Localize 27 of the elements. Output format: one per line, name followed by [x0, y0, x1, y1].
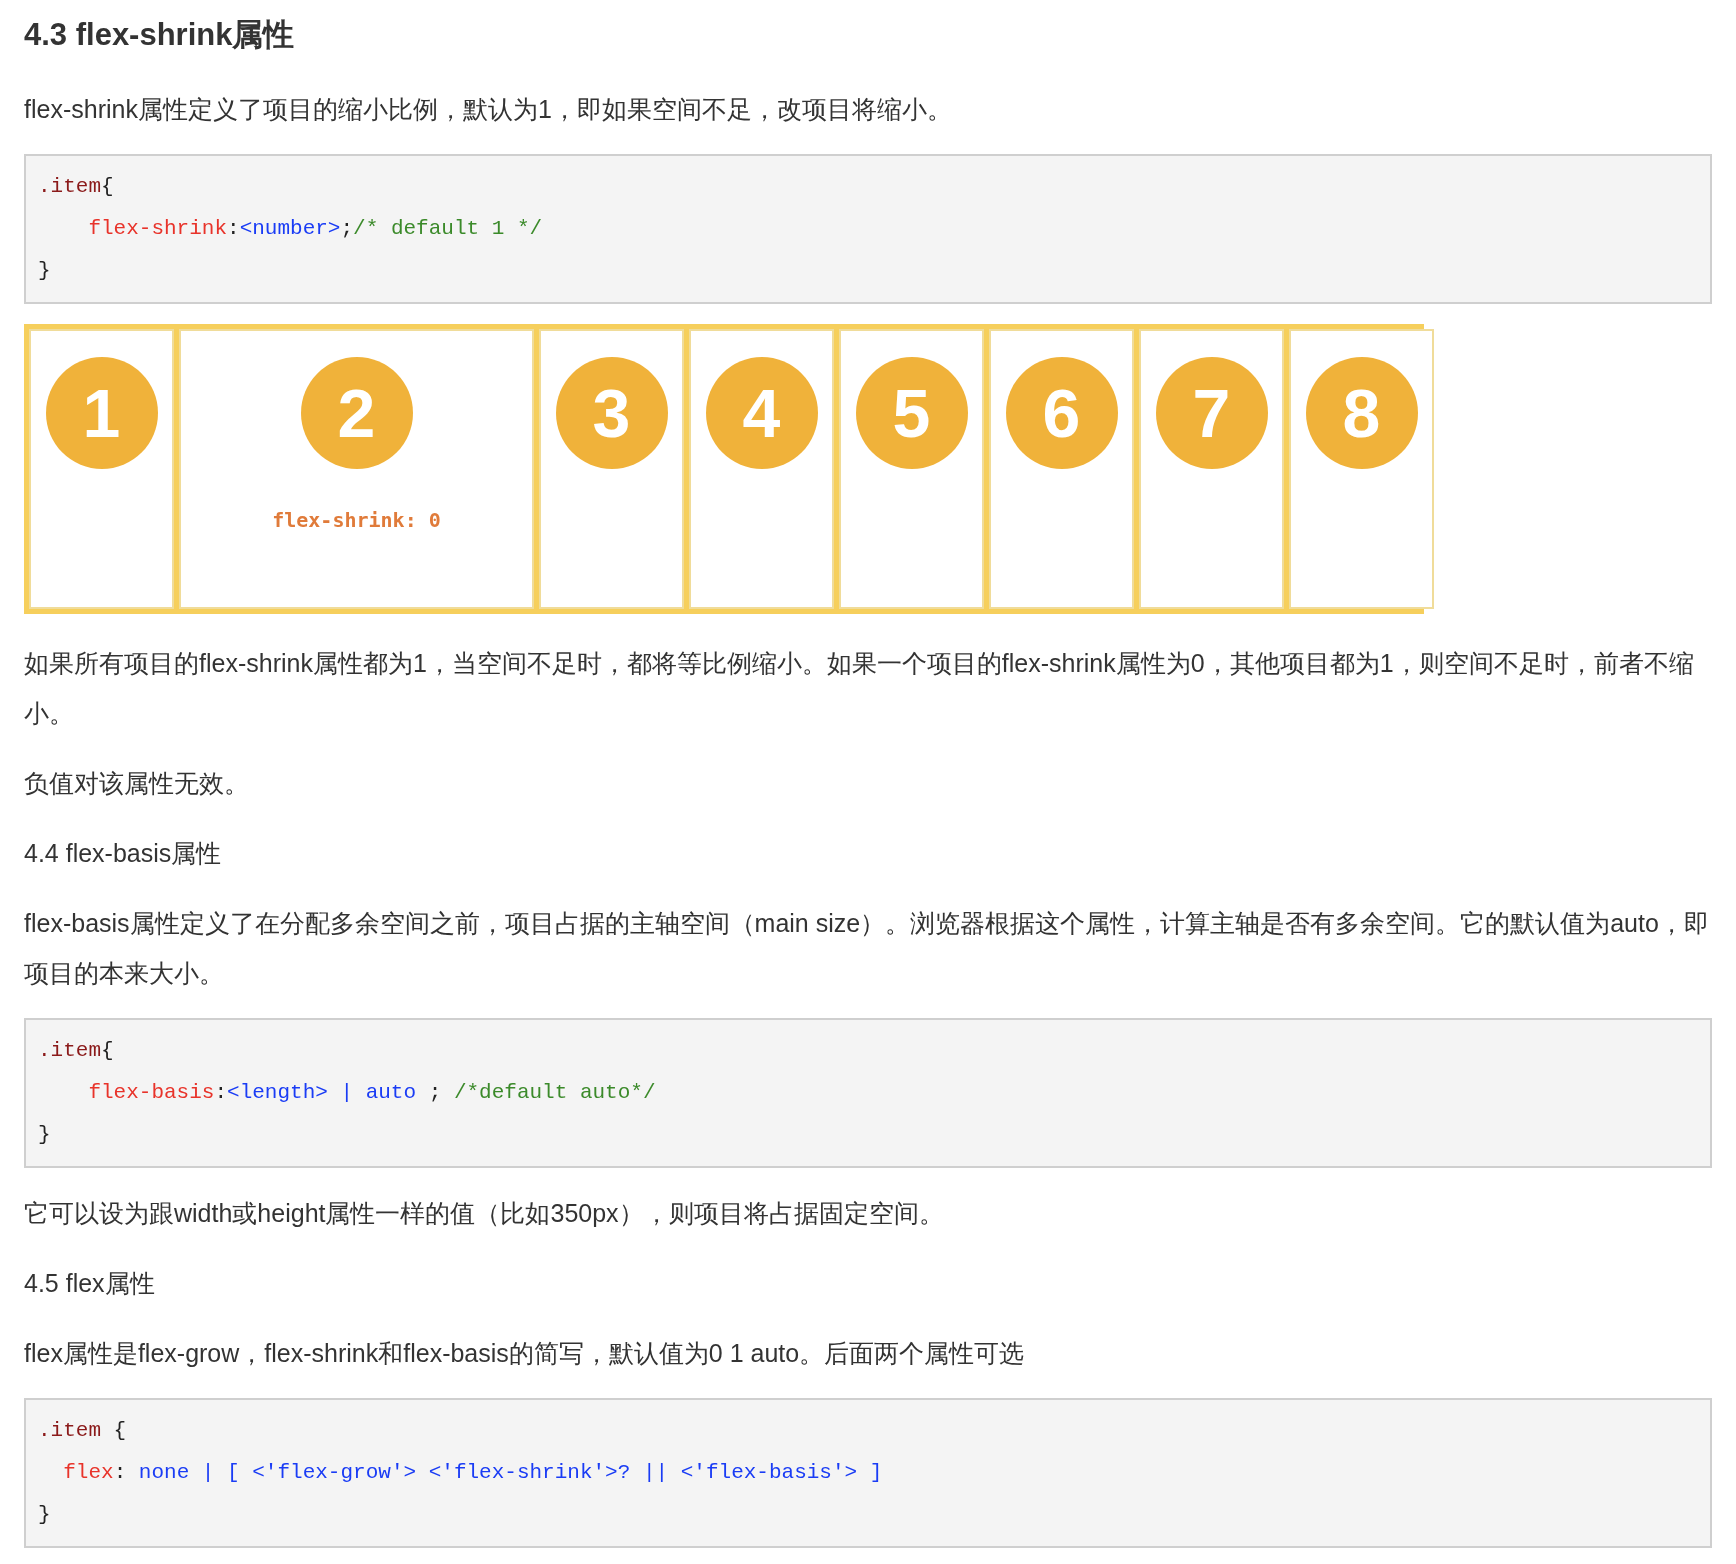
number-badge: 1	[45, 357, 158, 469]
code-line: flex-shrink:<number>;/* default 1 */	[87, 216, 544, 242]
code-line: .item{	[38, 1038, 115, 1064]
section-heading: 4.3 flex-shrink属性	[24, 16, 296, 54]
code-line: .item {	[38, 1418, 128, 1444]
paragraph: 它可以设为跟width或height属性一样的值（比如350px），则项目将占据固定空间。	[24, 1198, 945, 1229]
number-badge: 8	[1305, 357, 1418, 469]
paragraph: flex-shrink属性定义了项目的缩小比例，默认为1，即如果空间不足，改项目将缩小。	[24, 94, 953, 125]
code-line: .item{	[38, 174, 115, 200]
number-badge: 2	[300, 357, 413, 469]
code-line: }	[38, 258, 52, 284]
flex-shrink-label: flex-shrink: 0	[272, 507, 441, 534]
number-badge: 6	[1005, 357, 1118, 469]
paragraph: flex-basis属性定义了在分配多余空间之前，项目占据的主轴空间（main size）。浏览器根据这个属性，计算主轴是否有多余空间。它的默认值为auto，即项目的本来大小。	[24, 908, 1710, 989]
code-line: }	[38, 1502, 52, 1528]
number-badge: 4	[705, 357, 818, 469]
paragraph: 如果所有项目的flex-shrink属性都为1，当空间不足时，都将等比例缩小。如果一个项目的flex-shrink属性为0，其他项目都为1，则空间不足时，前者不缩小。	[24, 648, 1695, 729]
code-line: flex-basis:<length> | auto ; /*default auto*/	[87, 1080, 657, 1106]
paragraph: 负值对该属性无效。	[24, 768, 250, 799]
number-badge: 5	[855, 357, 968, 469]
subsection-heading: 4.5 flex属性	[24, 1268, 156, 1299]
number-badge: 3	[555, 357, 668, 469]
paragraph: flex属性是flex-grow，flex-shrink和flex-basis的简写，默认值为0 1 auto。后面两个属性可选	[24, 1338, 1026, 1369]
subsection-heading: 4.4 flex-basis属性	[24, 838, 223, 869]
code-line: }	[38, 1122, 52, 1148]
code-line: flex: none | [ <'flex-grow'> <'flex-shrink'>? || <'flex-basis'> ]	[62, 1460, 884, 1486]
number-badge: 7	[1155, 357, 1268, 469]
